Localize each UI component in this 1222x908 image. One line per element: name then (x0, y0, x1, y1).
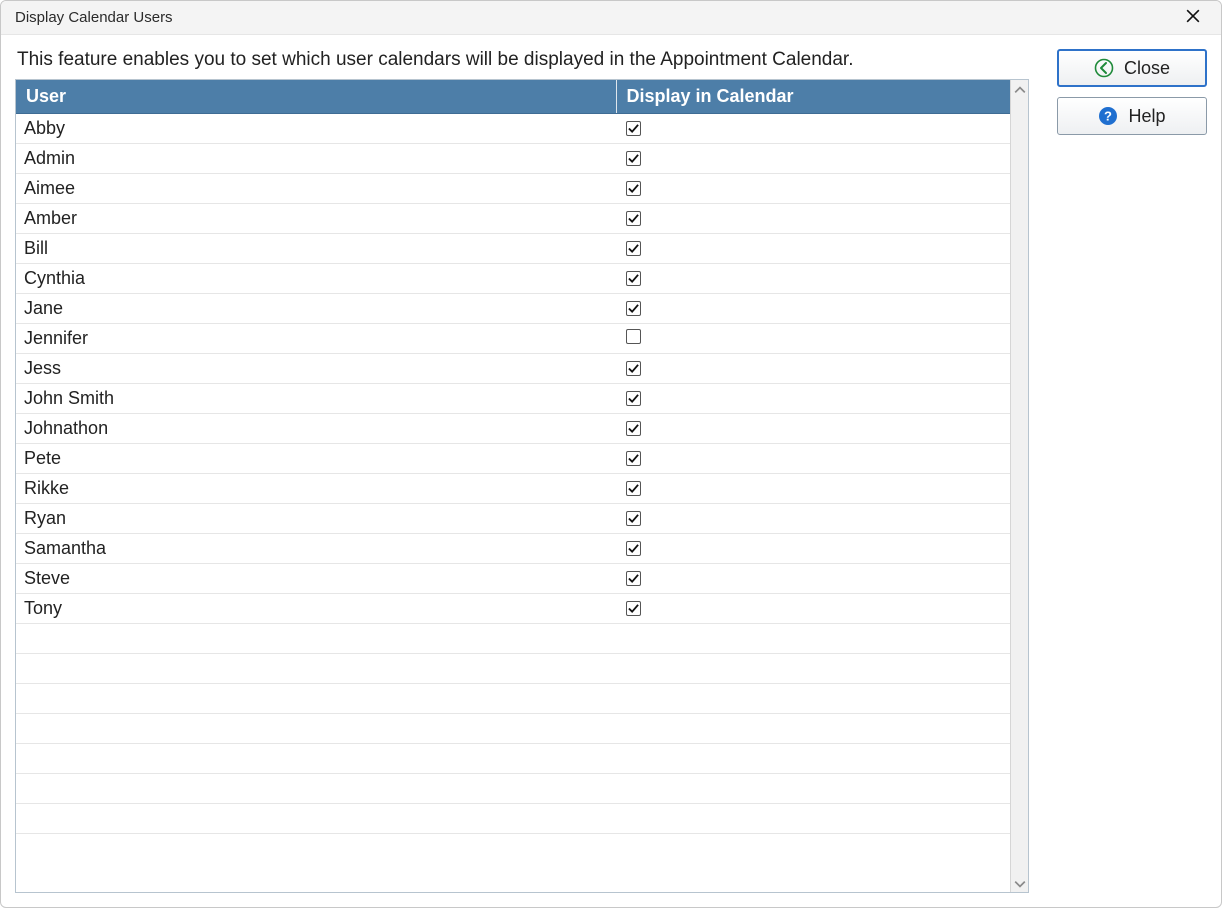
display-checkbox[interactable] (626, 241, 641, 256)
user-name-cell: Pete (16, 444, 616, 474)
titlebar: Display Calendar Users (1, 1, 1221, 35)
display-checkbox[interactable] (626, 481, 641, 496)
display-checkbox-cell (616, 294, 1010, 324)
user-name-cell: Bill (16, 234, 616, 264)
display-checkbox[interactable] (626, 329, 641, 344)
display-checkbox[interactable] (626, 211, 641, 226)
table-row-empty (16, 654, 1010, 684)
help-button[interactable]: ? Help (1057, 97, 1207, 135)
table-row[interactable]: Amber (16, 204, 1010, 234)
table-row[interactable]: Bill (16, 234, 1010, 264)
table-row[interactable]: John Smith (16, 384, 1010, 414)
display-checkbox[interactable] (626, 271, 641, 286)
display-checkbox-cell (616, 384, 1010, 414)
close-icon (1186, 9, 1200, 27)
table-row[interactable]: Tony (16, 594, 1010, 624)
left-column: This feature enables you to set which us… (15, 47, 1029, 893)
table-row-empty (16, 744, 1010, 774)
help-icon: ? (1098, 106, 1118, 126)
display-checkbox-cell (616, 414, 1010, 444)
display-checkbox-cell (616, 264, 1010, 294)
column-header-user[interactable]: User (16, 80, 616, 114)
close-button[interactable]: Close (1057, 49, 1207, 87)
users-grid-scroll: User Display in Calendar AbbyAdminAimeeA… (16, 80, 1010, 892)
display-checkbox-cell (616, 234, 1010, 264)
display-checkbox-cell (616, 594, 1010, 624)
display-checkbox-cell (616, 324, 1010, 354)
display-checkbox[interactable] (626, 301, 641, 316)
right-button-column: Close ? Help (1057, 47, 1207, 893)
display-checkbox[interactable] (626, 571, 641, 586)
table-row[interactable]: Steve (16, 564, 1010, 594)
user-name-cell: Tony (16, 594, 616, 624)
display-checkbox-cell (616, 474, 1010, 504)
user-name-cell: Rikke (16, 474, 616, 504)
help-button-label: Help (1128, 106, 1165, 127)
table-row-empty (16, 624, 1010, 654)
display-checkbox[interactable] (626, 451, 641, 466)
display-checkbox-cell (616, 174, 1010, 204)
table-row[interactable]: Jess (16, 354, 1010, 384)
display-checkbox-cell (616, 444, 1010, 474)
table-row[interactable]: Aimee (16, 174, 1010, 204)
svg-text:?: ? (1105, 109, 1113, 124)
user-name-cell: Ryan (16, 504, 616, 534)
user-name-cell: Jess (16, 354, 616, 384)
display-checkbox[interactable] (626, 511, 641, 526)
user-name-cell: Jennifer (16, 324, 616, 354)
user-name-cell: Admin (16, 144, 616, 174)
dialog-content: This feature enables you to set which us… (1, 35, 1221, 907)
window-close-button[interactable] (1173, 3, 1213, 33)
table-row[interactable]: Admin (16, 144, 1010, 174)
user-name-cell: Abby (16, 114, 616, 144)
table-row[interactable]: Jennifer (16, 324, 1010, 354)
display-checkbox[interactable] (626, 421, 641, 436)
user-name-cell: Johnathon (16, 414, 616, 444)
dialog-window: Display Calendar Users This feature enab… (0, 0, 1222, 908)
vertical-scrollbar[interactable] (1010, 80, 1028, 892)
user-name-cell: Amber (16, 204, 616, 234)
table-row-empty (16, 714, 1010, 744)
table-row[interactable]: Samantha (16, 534, 1010, 564)
column-header-display[interactable]: Display in Calendar (616, 80, 1010, 114)
table-row[interactable]: Rikke (16, 474, 1010, 504)
display-checkbox-cell (616, 114, 1010, 144)
scroll-up-arrow-icon[interactable] (1014, 83, 1026, 95)
users-grid-container: User Display in Calendar AbbyAdminAimeeA… (15, 79, 1029, 893)
table-row-empty (16, 804, 1010, 834)
back-arrow-icon (1094, 58, 1114, 78)
table-row-empty (16, 684, 1010, 714)
table-row[interactable]: Johnathon (16, 414, 1010, 444)
table-row-empty (16, 774, 1010, 804)
user-name-cell: John Smith (16, 384, 616, 414)
table-row[interactable]: Abby (16, 114, 1010, 144)
table-row[interactable]: Jane (16, 294, 1010, 324)
display-checkbox-cell (616, 504, 1010, 534)
user-name-cell: Aimee (16, 174, 616, 204)
description-text: This feature enables you to set which us… (17, 49, 1027, 71)
table-row[interactable]: Ryan (16, 504, 1010, 534)
display-checkbox[interactable] (626, 601, 641, 616)
table-row[interactable]: Cynthia (16, 264, 1010, 294)
display-checkbox-cell (616, 354, 1010, 384)
display-checkbox[interactable] (626, 541, 641, 556)
display-checkbox[interactable] (626, 121, 641, 136)
user-name-cell: Samantha (16, 534, 616, 564)
display-checkbox-cell (616, 204, 1010, 234)
display-checkbox[interactable] (626, 151, 641, 166)
display-checkbox-cell (616, 564, 1010, 594)
users-table: User Display in Calendar AbbyAdminAimeeA… (16, 80, 1010, 834)
user-name-cell: Jane (16, 294, 616, 324)
close-button-label: Close (1124, 58, 1170, 79)
user-name-cell: Steve (16, 564, 616, 594)
table-row[interactable]: Pete (16, 444, 1010, 474)
display-checkbox-cell (616, 534, 1010, 564)
display-checkbox[interactable] (626, 391, 641, 406)
display-checkbox[interactable] (626, 361, 641, 376)
display-checkbox[interactable] (626, 181, 641, 196)
user-name-cell: Cynthia (16, 264, 616, 294)
display-checkbox-cell (616, 144, 1010, 174)
scroll-down-arrow-icon[interactable] (1014, 877, 1026, 889)
window-title: Display Calendar Users (15, 9, 1173, 26)
